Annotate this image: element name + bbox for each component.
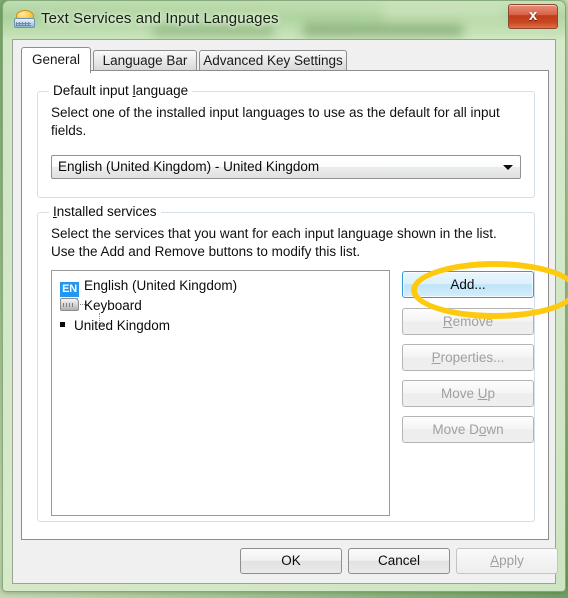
move-down-button: Move Down [402, 416, 534, 443]
title-bar[interactable]: Text Services and Input Languages x [3, 1, 565, 39]
chevron-down-icon[interactable] [503, 165, 513, 170]
group-default-input-language-legend: Default input language [49, 83, 193, 98]
move-up-button-accelerator: U [477, 386, 488, 401]
move-down-button-label-post: wn [486, 422, 504, 437]
properties-button: Properties... [402, 344, 534, 371]
default-input-language-description: Select one of the installed input langua… [51, 105, 500, 138]
move-up-button-label: Move [440, 386, 478, 401]
tab-page-general: Default input language Select one of the… [21, 70, 568, 540]
add-button[interactable]: Add... [402, 271, 534, 298]
apply-button: Apply [456, 548, 558, 574]
dialog-window: Text Services and Input Languages x Gene… [2, 0, 568, 592]
add-button-label: Add... [450, 277, 486, 292]
bullet-icon [60, 322, 65, 327]
legend-text-after: nstalled services [56, 204, 157, 219]
move-down-button-label: Move D [432, 422, 479, 437]
tree-item-layout-label: United Kingdom [74, 318, 171, 333]
desktop-background: Text Services and Input Languages x Gene… [0, 0, 568, 598]
group-installed-services-legend: Installed services [49, 204, 161, 219]
installed-services-treeview[interactable]: EN English (United Kingdom) Keyboard Unit… [51, 270, 390, 516]
close-icon: x [528, 7, 538, 24]
close-button[interactable]: x [508, 4, 558, 29]
tab-strip: General Language Bar Advanced Key Settin… [21, 47, 549, 73]
remove-button: Remove [402, 308, 534, 335]
tree-item-keyboard-label: Keyboard [84, 298, 142, 313]
tab-advanced-key-settings[interactable]: Advanced Key Settings [199, 50, 347, 71]
tree-item-layout[interactable]: United Kingdom [60, 316, 170, 336]
combobox-selected-value: English (United Kingdom) - United Kingdo… [58, 159, 320, 174]
window-title: Text Services and Input Languages [41, 10, 279, 27]
apply-button-accelerator: A [490, 553, 500, 568]
properties-button-accelerator: P [431, 350, 441, 365]
move-up-button: Move Up [402, 380, 534, 407]
group-default-input-language: Default input language Select one of the… [37, 83, 535, 198]
installed-services-description: Select the services that you want for ea… [51, 226, 497, 259]
tree-item-keyboard[interactable]: Keyboard [60, 296, 142, 316]
legend-text-after: anguage [135, 83, 189, 98]
apply-button-label: pply [499, 553, 524, 568]
group-installed-services: Installed services Select the services t… [37, 204, 568, 522]
tree-item-language-label: English (United Kingdom) [84, 278, 238, 293]
properties-button-label: roperties... [440, 350, 505, 365]
cancel-button[interactable]: Cancel [348, 548, 450, 574]
tab-general[interactable]: General [21, 47, 91, 73]
move-up-button-label-post: p [487, 386, 496, 401]
ok-button-label: OK [281, 553, 301, 568]
ok-button[interactable]: OK [240, 548, 342, 574]
default-input-language-combobox[interactable]: English (United Kingdom) - United Kingdo… [51, 155, 521, 179]
remove-button-label: emove [452, 314, 494, 329]
dialog-client-area: General Language Bar Advanced Key Settin… [12, 39, 568, 584]
language-badge-icon: EN [60, 282, 79, 297]
tree-item-language[interactable]: EN English (United Kingdom) [60, 276, 238, 297]
cancel-button-label: Cancel [377, 553, 421, 568]
remove-button-accelerator: R [442, 314, 453, 329]
keyboard-icon [60, 298, 79, 311]
legend-text-before: Default input [53, 83, 133, 98]
tab-language-bar[interactable]: Language Bar [93, 50, 197, 71]
keyboard-language-icon [14, 9, 35, 29]
